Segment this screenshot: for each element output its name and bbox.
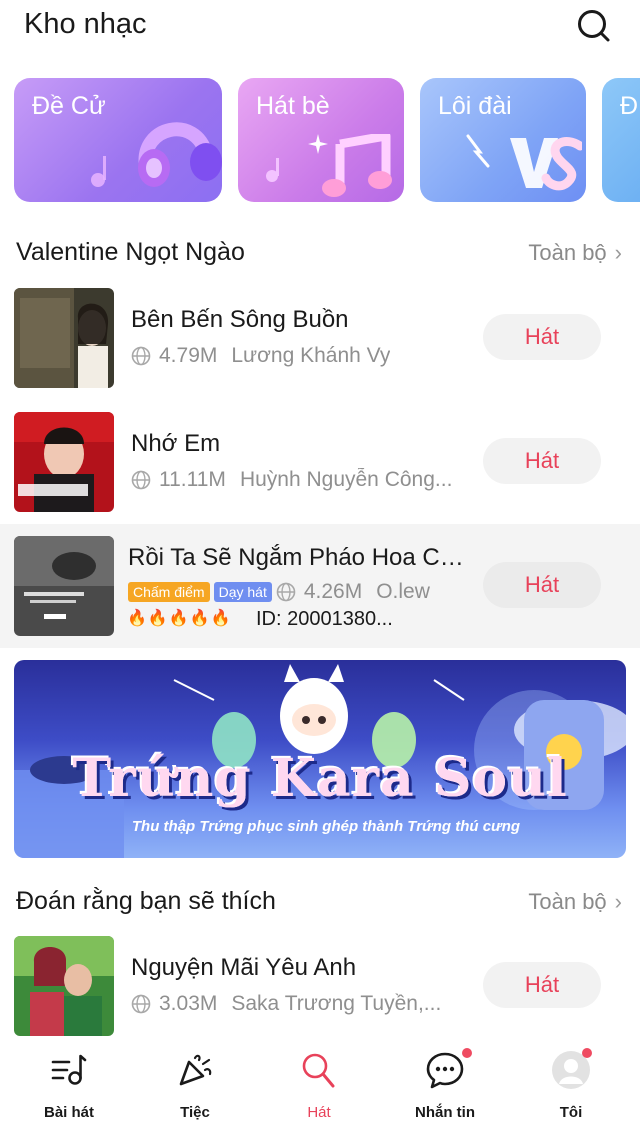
banner-title: Trứng Kara Soul xyxy=(72,748,568,809)
album-cover xyxy=(14,288,114,388)
artist-name: Saka Trương Tuyền,... xyxy=(231,992,442,1015)
song-row[interactable]: Nguyện Mãi Yêu Anh 3.03M Saka Trương Tuy… xyxy=(0,924,640,1048)
bottom-nav: Bài hát Tiệc Hát Nhắn tin Tôi xyxy=(0,1042,640,1138)
nav-label: Tiệc xyxy=(180,1104,210,1121)
category-label: Đề Cử xyxy=(32,92,106,120)
globe-icon xyxy=(131,346,151,366)
see-all-label: Toàn bộ xyxy=(528,889,607,914)
nav-item-bai-hat[interactable]: Bài hát xyxy=(14,1050,124,1130)
scoring-badge: Chấm điểm xyxy=(128,582,210,602)
globe-icon xyxy=(131,994,151,1014)
notification-dot xyxy=(582,1048,592,1058)
globe-icon xyxy=(276,582,296,602)
sing-button[interactable]: Hát xyxy=(483,962,601,1008)
music-note-icon xyxy=(266,158,279,182)
song-id: ID: 20001380... xyxy=(256,608,393,630)
vs-icon xyxy=(510,137,582,191)
sing-button[interactable]: Hát xyxy=(483,438,601,484)
category-label: Lôi đài xyxy=(438,92,512,120)
chevron-right-icon: › xyxy=(614,240,622,265)
promo-banner[interactable]: Trứng Kara Soul Thu thập Trứng phục sinh… xyxy=(14,660,626,858)
flame-rating: 🔥🔥🔥🔥🔥 xyxy=(127,610,232,627)
search-icon[interactable] xyxy=(574,6,614,46)
see-all-link[interactable]: Toàn bộ › xyxy=(528,240,622,266)
category-card-loi-dai[interactable]: Lôi đài xyxy=(420,78,586,202)
category-card-hat-be[interactable]: Hát bè xyxy=(238,78,404,202)
song-meta: Chấm điểm Dạy hát 4.26M O.lew xyxy=(128,580,430,604)
nav-item-hat[interactable]: Hát xyxy=(264,1050,374,1130)
nav-item-nhan-tin[interactable]: Nhắn tin xyxy=(390,1048,500,1130)
song-row[interactable]: Bên Bến Sông Buồn 4.79M Lương Khánh Vy H… xyxy=(0,276,640,400)
song-title: Rồi Ta Sẽ Ngắm Pháo Hoa Cù... xyxy=(128,544,468,571)
nav-label: Hát xyxy=(307,1104,331,1121)
microphone-icon xyxy=(302,1053,335,1088)
section-title: Valentine Ngọt Ngào xyxy=(16,238,245,266)
album-cover xyxy=(14,536,114,636)
header: Kho nhạc xyxy=(0,0,640,60)
category-card-de-cu[interactable]: Đề Cử xyxy=(14,78,222,202)
nav-label: Bài hát xyxy=(43,1104,94,1121)
music-note-icon xyxy=(91,156,106,187)
party-icon xyxy=(179,1054,212,1086)
notification-dot xyxy=(462,1048,472,1058)
song-row[interactable]: Rồi Ta Sẽ Ngắm Pháo Hoa Cù... Chấm điểm … xyxy=(0,524,640,648)
category-carousel: Đề Cử Hát bè Lôi đài Đ xyxy=(0,78,640,202)
teaching-badge: Dạy hát xyxy=(213,582,272,602)
song-title: Nhớ Em xyxy=(131,430,221,457)
play-count: 4.79M xyxy=(159,344,218,367)
music-note-icon xyxy=(322,134,392,197)
nav-label: Tôi xyxy=(559,1104,583,1121)
globe-icon xyxy=(131,470,151,490)
section-title: Đoán rằng bạn sẽ thích xyxy=(16,887,276,915)
artist-name: Lương Khánh Vy xyxy=(231,344,391,367)
sing-button[interactable]: Hát xyxy=(483,562,601,608)
play-count: 4.26M xyxy=(303,580,363,603)
song-meta: 4.79M Lương Khánh Vy xyxy=(131,344,390,368)
lightning-icon xyxy=(466,134,490,168)
play-count: 3.03M xyxy=(159,992,218,1015)
song-title: Nguyện Mãi Yêu Anh xyxy=(131,954,357,981)
nav-item-toi[interactable]: Tôi xyxy=(516,1048,626,1130)
nav-label: Nhắn tin xyxy=(415,1104,475,1121)
album-cover xyxy=(14,412,114,512)
headphones-icon xyxy=(138,122,222,187)
song-meta: 3.03M Saka Trương Tuyền,... xyxy=(131,992,441,1016)
chevron-right-icon: › xyxy=(614,889,622,914)
category-label: Đ xyxy=(620,92,639,120)
artist-name: Huỳnh Nguyễn Công... xyxy=(239,468,453,491)
play-count: 11.11M xyxy=(159,468,226,491)
artist-name: O.lew xyxy=(376,580,430,603)
song-row[interactable]: Nhớ Em 11.11M Huỳnh Nguyễn Công... Hát xyxy=(0,400,640,524)
see-all-label: Toàn bộ xyxy=(528,240,607,265)
page-title: Kho nhạc xyxy=(24,8,147,40)
album-cover xyxy=(14,936,114,1036)
category-label: Hát bè xyxy=(256,92,330,120)
song-title: Bên Bến Sông Buồn xyxy=(131,306,349,333)
see-all-link[interactable]: Toàn bộ › xyxy=(528,889,622,915)
song-list-icon xyxy=(51,1054,87,1085)
song-meta: 11.11M Huỳnh Nguyễn Công... xyxy=(131,468,452,492)
sing-button[interactable]: Hát xyxy=(483,314,601,360)
banner-subtitle: Thu thập Trứng phục sinh ghép thành Trứn… xyxy=(131,818,521,835)
nav-item-tiec[interactable]: Tiệc xyxy=(140,1050,250,1130)
sparkle-icon xyxy=(308,134,328,154)
category-card-partial[interactable]: Đ xyxy=(602,78,640,202)
chat-icon xyxy=(426,1052,464,1089)
